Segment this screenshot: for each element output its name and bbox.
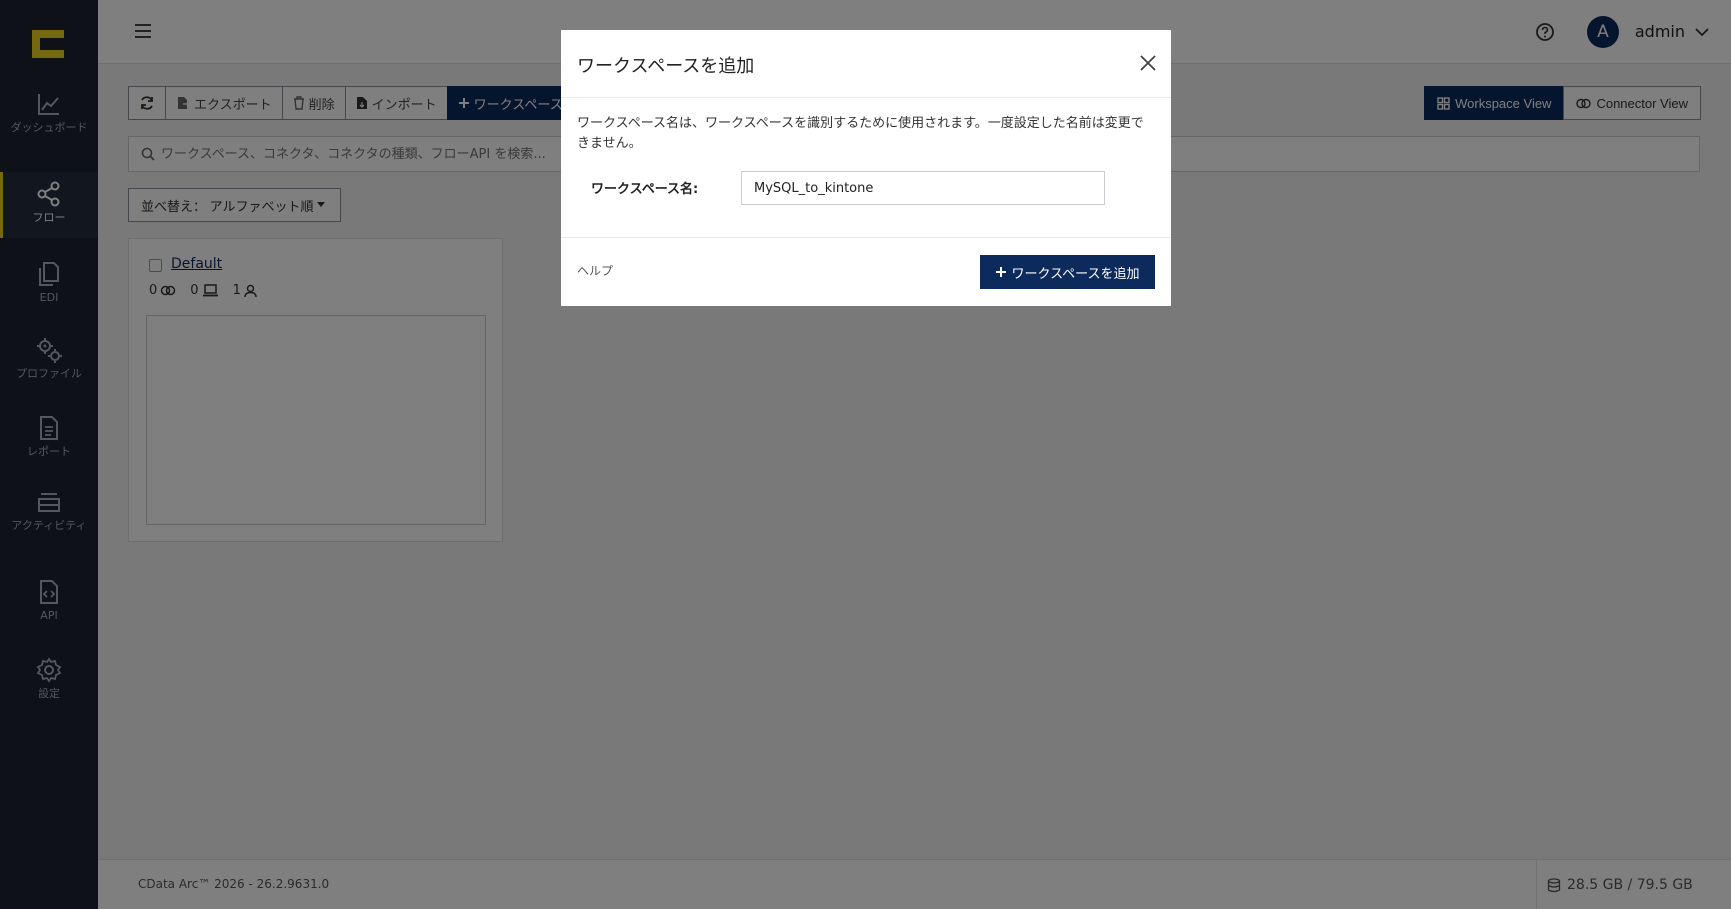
plus-icon xyxy=(996,267,1007,277)
close-icon[interactable] xyxy=(1139,54,1157,72)
submit-add-workspace-button[interactable]: ワークスペースを追加 xyxy=(980,255,1155,289)
dialog-header: ワークスペースを追加 xyxy=(561,30,1171,98)
help-link[interactable]: ヘルプ xyxy=(577,262,613,279)
dialog-title: ワークスペースを追加 xyxy=(577,56,755,77)
add-workspace-dialog: ワークスペースを追加 ワークスペース名は、ワークスペースを識別するために使用され… xyxy=(561,30,1171,306)
workspace-name-input[interactable] xyxy=(741,171,1105,205)
dialog-description: ワークスペース名は、ワークスペースを識別するために使用されます。一度設定した名前… xyxy=(577,116,1144,151)
workspace-name-label: ワークスペース名: xyxy=(591,182,699,197)
dialog-divider xyxy=(561,237,1171,238)
submit-label: ワークスペースを追加 xyxy=(1011,265,1140,281)
